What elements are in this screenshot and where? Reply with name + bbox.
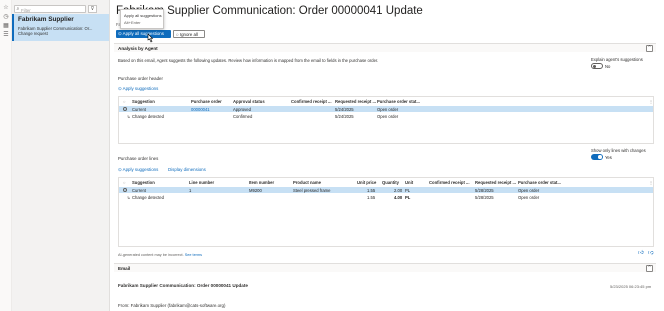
check-circle-icon: ⊙ xyxy=(118,86,122,91)
grid-icon[interactable]: ▦ xyxy=(2,22,10,29)
explain-suggestions-label: Explain agent's suggestions xyxy=(591,57,643,62)
column-header[interactable]: Unit xyxy=(405,180,413,185)
list-icon[interactable]: ☰ xyxy=(2,31,10,38)
table-row[interactable]: ↳ Change detected 1.55 4.00 PL 5/28/2025… xyxy=(119,194,653,201)
column-options-icon[interactable]: ⋮ xyxy=(649,180,653,185)
explain-suggestions-value: No xyxy=(605,64,611,69)
clock-icon[interactable]: ◷ xyxy=(2,13,10,20)
column-header[interactable]: Requested receipt ... xyxy=(475,180,516,185)
column-header[interactable]: Purchase order stat... xyxy=(377,99,420,104)
change-arrow-icon: ↳ xyxy=(127,114,131,119)
circle-icon: ○ xyxy=(176,31,179,37)
explain-suggestions-toggle[interactable] xyxy=(591,63,603,69)
search-icon: ⌕ xyxy=(16,6,20,12)
check-circle-icon: ⊙ xyxy=(118,167,122,172)
column-header[interactable]: Quantity xyxy=(382,180,399,185)
record-title: Fabrikam Supplier xyxy=(18,16,74,23)
check-circle-icon: ⊙ xyxy=(118,30,122,36)
filter-icon[interactable]: ⊽ xyxy=(88,5,97,13)
column-header[interactable]: Product name xyxy=(293,180,321,185)
column-header[interactable]: Approval status xyxy=(233,99,265,104)
tooltip-title: Apply all suggestions xyxy=(124,13,162,18)
ignore-all-button[interactable]: ○ Ignore all xyxy=(173,29,205,38)
po-lines-grid: ○ Suggestion Line number Item number Pro… xyxy=(118,177,654,247)
email-from: From: Fabrikam Supplier (fabrikam@cats-s… xyxy=(118,303,226,308)
record-type: Change request xyxy=(18,31,48,36)
ai-disclaimer: AI-generated content may be incorrect. S… xyxy=(118,253,203,257)
show-only-changes-label: Show only lines with changes xyxy=(591,148,646,153)
column-header[interactable]: Requested receipt ... xyxy=(335,99,376,104)
record-list-pane xyxy=(12,0,110,311)
show-only-changes-toggle[interactable] xyxy=(591,154,603,160)
filter-input[interactable]: ⌕ Filter xyxy=(14,5,86,13)
row-radio[interactable] xyxy=(123,187,127,192)
table-row[interactable]: ↳ Change detected Confirmed 5/24/2025 Op… xyxy=(119,113,653,120)
column-header[interactable]: Suggestion xyxy=(132,180,155,185)
email-section-header[interactable]: Email ⌃ xyxy=(114,263,656,272)
email-subject: Fabrikam Supplier Communication: Order 0… xyxy=(118,283,248,288)
analysis-section-header[interactable]: Analysis by Agent ⌃ xyxy=(114,43,656,52)
collapse-chevron-up-icon[interactable]: ⌃ xyxy=(646,265,653,272)
email-date: 5/23/2025 06:23:45 pm xyxy=(610,284,652,289)
select-all-radio[interactable]: ○ xyxy=(123,180,126,185)
record-card[interactable]: Fabrikam Supplier Fabrikam Supplier Comm… xyxy=(12,14,109,41)
table-row[interactable]: Current 00000041 Approved 5/24/2025 Open… xyxy=(119,105,653,112)
analysis-intro: Based on this email, Agent suggests the … xyxy=(118,58,379,63)
column-header[interactable]: Purchase order xyxy=(191,99,222,104)
po-header-apply-suggestions-button[interactable]: ⊙ Apply suggestions xyxy=(118,86,158,92)
table-row[interactable]: Current 1 M9200 Steel pressed frame 1.55… xyxy=(119,186,653,193)
po-header-title: Purchase order header xyxy=(118,76,163,81)
see-terms-link[interactable]: See terms xyxy=(185,253,202,257)
row-radio[interactable] xyxy=(123,106,127,111)
collapse-chevron-up-icon[interactable]: ⌃ xyxy=(646,45,653,52)
table-header-row: ○ Suggestion Line number Item number Pro… xyxy=(119,179,653,186)
column-header[interactable]: Purchase order stat... xyxy=(518,180,561,185)
column-header[interactable]: Suggestion xyxy=(132,99,155,104)
thumbs-up-icon[interactable]: 👍︎ xyxy=(638,250,644,256)
select-all-radio[interactable]: ○ xyxy=(123,99,126,104)
table-header-row: ○ Suggestion Purchase order Approval sta… xyxy=(119,98,653,105)
star-icon[interactable]: ☆ xyxy=(2,4,10,11)
po-link[interactable]: 00000041 xyxy=(191,107,210,112)
display-dimensions-button[interactable]: Display dimensions xyxy=(168,167,206,172)
column-header[interactable]: Item number xyxy=(249,180,274,185)
thumbs-down-icon[interactable]: 👎︎ xyxy=(648,250,654,256)
tooltip-shortcut: Alt+Enter xyxy=(124,20,141,25)
column-options-icon[interactable]: ⋮ xyxy=(649,99,653,104)
column-header[interactable]: Confirmed receipt ... xyxy=(429,180,470,185)
apply-all-suggestions-button[interactable]: ⊙ Apply all suggestions xyxy=(116,29,171,38)
po-header-grid: ○ Suggestion Purchase order Approval sta… xyxy=(118,96,654,144)
nav-rail: ☆ ◷ ▦ ☰ xyxy=(0,0,12,311)
show-only-changes-value: Yes xyxy=(605,155,612,160)
mouse-cursor-icon xyxy=(147,33,154,43)
po-lines-apply-suggestions-button[interactable]: ⊙ Apply suggestions xyxy=(118,167,158,173)
tooltip-popup: Apply all suggestions Alt+Enter xyxy=(120,9,164,29)
column-header[interactable]: Unit price xyxy=(357,180,376,185)
column-header[interactable]: Line number xyxy=(189,180,214,185)
po-lines-title: Purchase order lines xyxy=(118,156,159,161)
change-arrow-icon: ↳ xyxy=(127,195,131,200)
column-header[interactable]: Confirmed receipt ... xyxy=(291,99,332,104)
